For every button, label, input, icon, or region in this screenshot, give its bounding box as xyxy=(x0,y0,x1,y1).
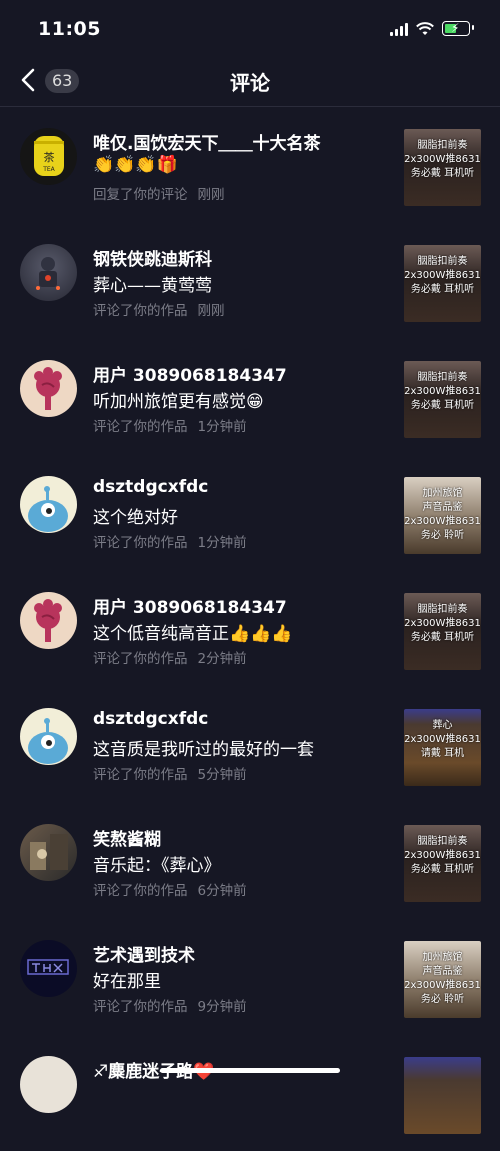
thumbnail-caption: 葬心 2x300W推8631 请戴 耳机 xyxy=(404,720,481,759)
comment-action: 评论了你的作品 xyxy=(93,419,188,435)
comment-meta: 评论了你的作品 2分钟前 xyxy=(93,647,257,667)
comment-author[interactable]: 钢铁侠跳迪斯科 xyxy=(93,245,212,270)
status-icons: ⚡ xyxy=(390,21,474,36)
status-time: 11:05 xyxy=(38,18,101,40)
page-title: 评论 xyxy=(230,71,270,95)
thumbnail-caption: 胭脂扣前奏 2x300W推8631 务必戴 耳机听 xyxy=(404,256,481,295)
comment-item[interactable]: dsztdgcxfdc 这音质是我听过的最好的一套 评论了你的作品 5分钟前 葬心… xyxy=(0,687,500,803)
video-thumbnail[interactable]: 加州旅馆 声音品鉴 2x300W推8631 务必 聆听 xyxy=(404,477,481,554)
comment-meta: 评论了你的作品 1分钟前 xyxy=(93,531,257,551)
comment-item[interactable]: 笑熬酱糊 音乐起：《葬心》 评论了你的作品 6分钟前 胭脂扣前奏 2x300W推8… xyxy=(0,803,500,919)
comment-item[interactable]: 茶 TEA 唯仅.国饮宏天下＿＿十大名茶 👏👏👏🎁 回复了你的评论 刚刚 胭脂扣前奏… xyxy=(0,107,500,223)
thumbnail-caption: 胭脂扣前奏 2x300W推8631 务必戴 耳机听 xyxy=(404,140,481,179)
comment-item[interactable]: ♐麋鹿迷子路❤️ xyxy=(0,1035,500,1151)
comment-action: 评论了你的作品 xyxy=(93,883,188,899)
comment-meta: 评论了你的作品 1分钟前 xyxy=(93,415,257,435)
comment-text: 好在那里 xyxy=(93,972,161,992)
video-thumbnail[interactable]: 胭脂扣前奏 2x300W推8631 务必戴 耳机听 xyxy=(404,245,481,322)
avatar[interactable] xyxy=(20,592,77,649)
comment-item[interactable]: 钢铁侠跳迪斯科 葬心——黄莺莺 评论了你的作品 刚刚 胭脂扣前奏 2x300W推8… xyxy=(0,223,500,339)
comment-author[interactable]: dsztdgcxfdc xyxy=(93,477,208,497)
comment-meta: 评论了你的作品 刚刚 xyxy=(93,299,235,319)
comment-text: 听加州旅馆更有感觉😁 xyxy=(93,392,264,412)
avatar[interactable] xyxy=(20,476,77,533)
svg-text:TEA: TEA xyxy=(42,166,55,173)
cellular-signal-icon xyxy=(390,22,408,36)
comment-action: 评论了你的作品 xyxy=(93,999,188,1015)
thumbnail-caption: 胭脂扣前奏 2x300W推8631 务必戴 耳机听 xyxy=(404,604,481,643)
comment-item[interactable]: 用户 3089068184347 听加州旅馆更有感觉😁 评论了你的作品 1分钟前 … xyxy=(0,339,500,455)
avatar[interactable] xyxy=(20,1056,77,1113)
comment-action: 评论了你的作品 xyxy=(93,535,188,551)
comment-action: 评论了你的作品 xyxy=(93,303,188,319)
comment-meta: 评论了你的作品 9分钟前 xyxy=(93,995,257,1015)
comment-author[interactable]: 笑熬酱糊 xyxy=(93,825,161,850)
comment-text: 这个低音纯高音正👍👍👍 xyxy=(93,624,293,644)
comment-text: 音乐起：《葬心》 xyxy=(93,856,221,876)
comment-author[interactable]: 用户 3089068184347 xyxy=(93,593,287,618)
video-thumbnail[interactable]: 胭脂扣前奏 2x300W推8631 务必戴 耳机听 xyxy=(404,361,481,438)
comment-author[interactable]: 艺术遇到技术 xyxy=(93,941,195,966)
avatar[interactable] xyxy=(20,244,77,301)
avatar[interactable] xyxy=(20,360,77,417)
thumbnail-caption: 加州旅馆 声音品鉴 2x300W推8631 务必 聆听 xyxy=(404,488,481,541)
status-bar: 11:05 ⚡ xyxy=(0,0,500,56)
video-thumbnail[interactable] xyxy=(404,1057,481,1134)
comment-meta: 回复了你的评论 刚刚 xyxy=(93,183,235,203)
comment-text: 这音质是我听过的最好的一套 xyxy=(93,740,314,760)
comment-list: 茶 TEA 唯仅.国饮宏天下＿＿十大名茶 👏👏👏🎁 回复了你的评论 刚刚 胭脂扣前奏… xyxy=(0,107,500,1151)
comment-text: 葬心——黄莺莺 xyxy=(93,276,212,296)
comment-time: 1分钟前 xyxy=(197,535,247,551)
comment-author[interactable]: dsztdgcxfdc xyxy=(93,709,208,729)
comment-action: 评论了你的作品 xyxy=(93,651,188,667)
comment-time: 9分钟前 xyxy=(197,999,247,1015)
comment-text: 这个绝对好 xyxy=(93,508,178,528)
comment-time: 5分钟前 xyxy=(197,767,247,783)
comment-author[interactable]: 唯仅.国饮宏天下＿＿十大名茶 xyxy=(93,129,320,154)
comment-time: 刚刚 xyxy=(197,303,225,319)
comment-item[interactable]: dsztdgcxfdc 这个绝对好 评论了你的作品 1分钟前 加州旅馆 声音品鉴 … xyxy=(0,455,500,571)
comment-time: 刚刚 xyxy=(197,187,225,203)
comment-meta: 评论了你的作品 6分钟前 xyxy=(93,879,257,899)
comment-author[interactable]: 用户 3089068184347 xyxy=(93,361,287,386)
nav-bar: 63 评论 xyxy=(0,56,500,107)
avatar[interactable] xyxy=(20,940,77,997)
comment-meta: 评论了你的作品 5分钟前 xyxy=(93,763,257,783)
comment-time: 2分钟前 xyxy=(197,651,247,667)
avatar[interactable] xyxy=(20,824,77,881)
video-thumbnail[interactable]: 胭脂扣前奏 2x300W推8631 务必戴 耳机听 xyxy=(404,825,481,902)
video-thumbnail[interactable]: 葬心 2x300W推8631 请戴 耳机 xyxy=(404,709,481,786)
thumbnail-caption: 胭脂扣前奏 2x300W推8631 务必戴 耳机听 xyxy=(404,372,481,411)
avatar[interactable]: 茶 TEA xyxy=(20,128,77,185)
battery-charging-icon: ⚡ xyxy=(442,21,474,36)
video-thumbnail[interactable]: 胭脂扣前奏 2x300W推8631 务必戴 耳机听 xyxy=(404,593,481,670)
avatar[interactable] xyxy=(20,708,77,765)
video-thumbnail[interactable]: 加州旅馆 声音品鉴 2x300W推8631 务必 聆听 xyxy=(404,941,481,1018)
wifi-icon xyxy=(416,21,434,35)
comment-time: 6分钟前 xyxy=(197,883,247,899)
thumbnail-caption: 胭脂扣前奏 2x300W推8631 务必戴 耳机听 xyxy=(404,836,481,875)
thumbnail-caption: 加州旅馆 声音品鉴 2x300W推8631 务必 聆听 xyxy=(404,952,481,1005)
comment-item[interactable]: 艺术遇到技术 好在那里 评论了你的作品 9分钟前 加州旅馆 声音品鉴 2x300W… xyxy=(0,919,500,1035)
video-thumbnail[interactable]: 胭脂扣前奏 2x300W推8631 务必戴 耳机听 xyxy=(404,129,481,206)
comment-text: 👏👏👏🎁 xyxy=(93,155,178,175)
comment-item[interactable]: 用户 3089068184347 这个低音纯高音正👍👍👍 评论了你的作品 2分钟前… xyxy=(0,571,500,687)
home-indicator[interactable] xyxy=(160,1068,340,1073)
svg-text:茶: 茶 xyxy=(44,151,55,164)
comment-time: 1分钟前 xyxy=(197,419,247,435)
comment-action: 评论了你的作品 xyxy=(93,767,188,783)
comment-action: 回复了你的评论 xyxy=(93,187,188,203)
